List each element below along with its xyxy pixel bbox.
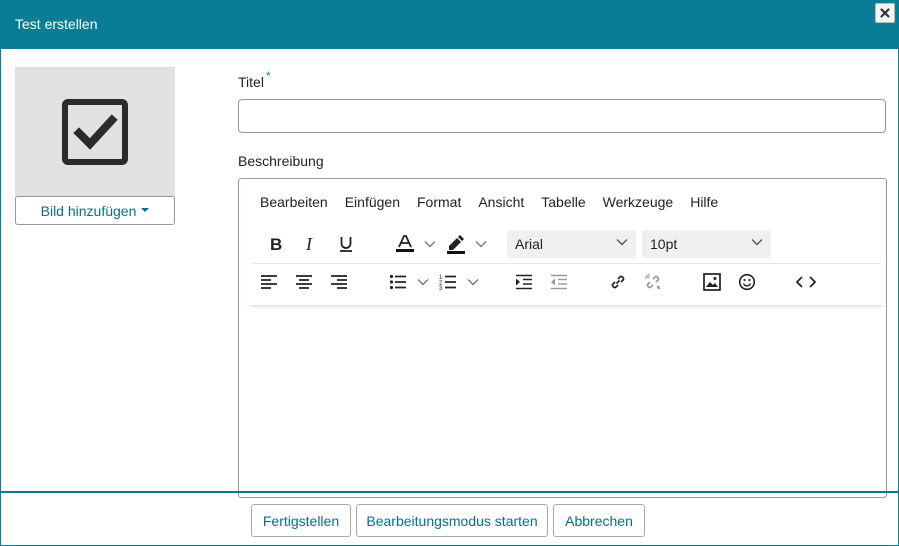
unlink-button[interactable]: [638, 269, 668, 295]
text-color-icon: [396, 235, 414, 252]
numbered-list-dropdown[interactable]: [466, 269, 480, 295]
align-right-button[interactable]: [324, 269, 354, 295]
editor-menubar: Bearbeiten Einfügen Format Ansicht Tabel…: [247, 191, 727, 213]
indent-button[interactable]: [509, 269, 539, 295]
svg-text:B: B: [270, 235, 282, 253]
cancel-button[interactable]: Abbrechen: [553, 504, 645, 537]
insert-image-button[interactable]: [697, 269, 727, 295]
chevron-down-icon: [616, 239, 628, 246]
emoji-button[interactable]: [732, 269, 762, 295]
highlight-color-icon: [447, 235, 465, 254]
menu-hilfe[interactable]: Hilfe: [682, 191, 727, 213]
checkbox-checked-icon: [62, 99, 128, 165]
font-family-select[interactable]: Arial: [507, 230, 636, 258]
underline-icon: [340, 237, 352, 252]
svg-text:3: 3: [439, 286, 443, 291]
close-icon: [880, 8, 890, 18]
title-input[interactable]: [238, 99, 886, 133]
align-center-icon: [296, 275, 312, 289]
required-marker: *: [265, 69, 271, 83]
highlight-color-dropdown[interactable]: [474, 231, 488, 257]
source-code-button[interactable]: [791, 269, 821, 295]
align-left-button[interactable]: [254, 269, 284, 295]
font-size-value: 10pt: [650, 236, 678, 252]
numbered-list-icon: 1 2 3: [439, 275, 456, 291]
font-family-value: Arial: [515, 236, 544, 252]
emoji-icon: [738, 273, 756, 291]
menu-format[interactable]: Format: [409, 191, 470, 213]
toolbar-divider: [251, 263, 881, 264]
image-icon: [703, 273, 721, 291]
unlink-icon: [645, 274, 661, 290]
chevron-down-icon: [467, 279, 479, 286]
menu-ansicht[interactable]: Ansicht: [470, 191, 533, 213]
chevron-down-icon: [475, 241, 487, 248]
add-image-label: Bild hinzufügen: [40, 202, 137, 219]
add-image-button[interactable]: Bild hinzufügen: [15, 196, 175, 225]
description-label: Beschreibung: [238, 153, 324, 169]
menu-einfuegen[interactable]: Einfügen: [336, 191, 408, 213]
source-code-icon: [796, 276, 816, 288]
finish-button[interactable]: Fertigstellen: [251, 504, 351, 537]
bullet-list-icon: [389, 274, 406, 290]
align-center-button[interactable]: [289, 269, 319, 295]
menu-tabelle[interactable]: Tabelle: [533, 191, 594, 213]
title-label: Titel *: [238, 69, 271, 90]
bold-button[interactable]: B: [261, 231, 291, 257]
chevron-down-icon: [417, 279, 429, 286]
editor-toolbar: Bearbeiten Einfügen Format Ansicht Tabel…: [247, 179, 885, 305]
align-left-icon: [261, 275, 277, 289]
italic-icon: I: [305, 235, 313, 253]
bullet-list-button[interactable]: [383, 269, 413, 295]
align-right-icon: [331, 275, 347, 289]
outdent-button[interactable]: [544, 269, 574, 295]
close-button[interactable]: [875, 3, 895, 23]
numbered-list-button[interactable]: 1 2 3: [433, 269, 463, 295]
highlight-color-button[interactable]: [441, 231, 471, 257]
bold-icon: B: [270, 235, 282, 253]
dialog-title: Test erstellen: [15, 16, 98, 32]
italic-button[interactable]: I: [296, 231, 326, 257]
title-label-text: Titel: [238, 74, 264, 90]
chevron-down-icon: [424, 241, 436, 248]
image-placeholder: [15, 67, 175, 197]
menu-bearbeiten[interactable]: Bearbeiten: [247, 191, 336, 213]
text-color-button[interactable]: [390, 231, 420, 257]
caret-down-icon: [141, 207, 150, 212]
rich-text-editor[interactable]: Bearbeiten Einfügen Format Ansicht Tabel…: [238, 178, 887, 498]
link-icon: [611, 275, 625, 289]
link-button[interactable]: [603, 269, 633, 295]
text-color-dropdown[interactable]: [423, 231, 437, 257]
menu-werkzeuge[interactable]: Werkzeuge: [594, 191, 682, 213]
dialog-header: Test erstellen: [1, 1, 899, 49]
svg-text:I: I: [305, 235, 313, 253]
create-test-dialog: Test erstellen Bild hinzufügen Titel * Be…: [0, 0, 899, 546]
start-edit-mode-button[interactable]: Bearbeitungsmodus starten: [356, 504, 548, 537]
toolbar-row-paragraph: 1 2 3: [247, 267, 885, 299]
toolbar-row-formatting: B I Arial 10pt: [247, 229, 885, 261]
bullet-list-dropdown[interactable]: [416, 269, 430, 295]
outdent-icon: [551, 274, 567, 290]
font-size-select[interactable]: 10pt: [642, 230, 771, 258]
chevron-down-icon: [751, 239, 763, 246]
underline-button[interactable]: [331, 231, 361, 257]
footer-divider: [1, 491, 899, 493]
indent-icon: [516, 274, 532, 290]
